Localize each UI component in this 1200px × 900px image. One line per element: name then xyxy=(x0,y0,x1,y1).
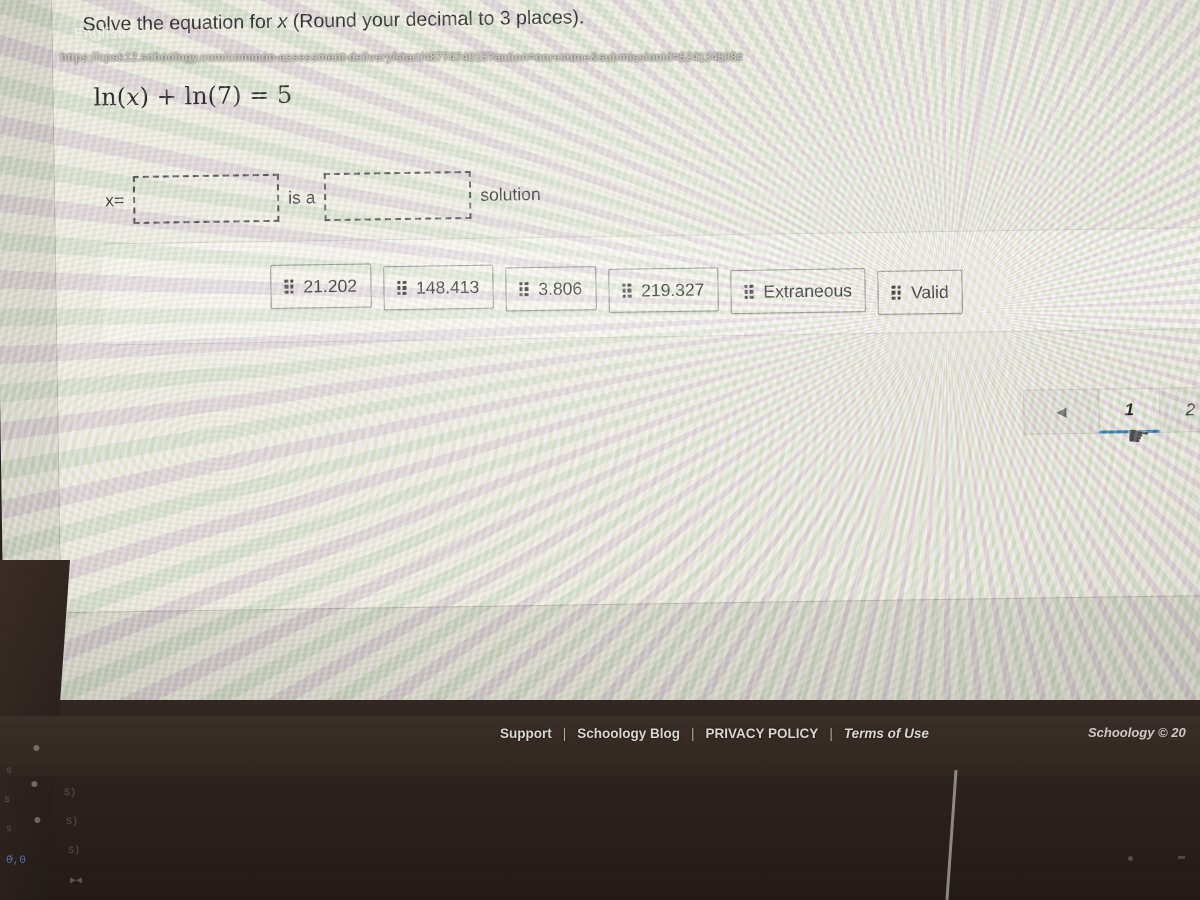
choice-chip-label: 219.327 xyxy=(640,279,705,300)
monitor-screen: POSSIBLE POINTS: 5 Solve the equation fo… xyxy=(0,0,1200,783)
mouse-cursor-icon: ☛ xyxy=(1125,420,1152,453)
reflection-glyph: S) xyxy=(66,817,79,828)
choice-chip[interactable]: 148.413 xyxy=(382,264,494,311)
pagination-control: ◀ 1 2 Next xyxy=(1023,386,1200,435)
choice-chip-label: 21.202 xyxy=(303,275,358,296)
drop-zone-value[interactable] xyxy=(132,173,280,224)
page-button-2[interactable]: 2 xyxy=(1159,386,1200,433)
answer-sentence: x= is a solution xyxy=(105,170,541,224)
footer-link[interactable]: Terms of Use xyxy=(844,726,929,741)
drag-handle-icon[interactable] xyxy=(744,284,754,300)
reflection-glyph: S) xyxy=(68,846,81,857)
reflection-dash xyxy=(1178,856,1185,859)
microphone-icon: ● xyxy=(33,811,42,827)
choice-chip-list: 21.202 148.413 3.806 219.327 Extraneous Valid xyxy=(270,255,975,324)
footer-separator: | xyxy=(691,726,695,741)
question-prompt-part-b: (Round your decimal to 3 places). xyxy=(287,6,585,33)
page-footer: Support | Schoology Blog | PRIVACY POLICY | Te… xyxy=(0,716,1200,776)
screen-reflection-artifacts: ● ● ● s s s s S) S) S) ▶◀ xyxy=(0,720,105,900)
answer-middle-label: is a xyxy=(287,186,316,208)
question-prompt-variable: x xyxy=(277,10,288,33)
drag-handle-icon[interactable] xyxy=(396,280,407,296)
assessment-card: POSSIBLE POINTS: 5 Solve the equation fo… xyxy=(51,0,1200,613)
equation-display: ln(x) + ln(7) = 5 xyxy=(93,81,292,112)
language-label: English xyxy=(74,26,127,42)
footer-link[interactable]: PRIVACY POLICY xyxy=(706,726,819,741)
footer-separator: | xyxy=(829,726,833,741)
reflection-blue-glyph: 0,0 xyxy=(6,855,26,867)
footer-separator: | xyxy=(562,726,567,741)
choice-chip[interactable]: 219.327 xyxy=(607,267,719,313)
microphone-icon: ● xyxy=(32,739,41,755)
choice-chip-label: 3.806 xyxy=(538,277,583,299)
microphone-icon: ● xyxy=(30,775,39,791)
equation-remainder: ) + ln(7) = 5 xyxy=(139,80,293,111)
footer-link-list: Support | Schoology Blog | PRIVACY POLICY | Te… xyxy=(500,726,929,741)
reflection-dot xyxy=(1128,856,1133,861)
footer-link[interactable]: Support xyxy=(500,726,552,741)
drag-handle-icon[interactable] xyxy=(519,281,529,297)
choice-chip[interactable]: Extraneous xyxy=(730,268,867,315)
page-button-1-label: 1 xyxy=(1124,399,1135,419)
status-bar-url: https://cpsk12.schoology.com/common-asse… xyxy=(60,52,744,64)
choice-chip-label: 148.413 xyxy=(415,276,480,298)
reflection-glyph: S) xyxy=(64,788,77,799)
drop-zone-validity[interactable] xyxy=(323,170,472,222)
equation-ln-open: ln( xyxy=(93,83,127,112)
equation-variable: x xyxy=(125,82,140,112)
drag-handle-icon[interactable] xyxy=(284,279,294,294)
drag-handle-icon[interactable] xyxy=(622,283,632,298)
answer-suffix-label: solution xyxy=(480,183,541,205)
choice-chip[interactable]: 3.806 xyxy=(504,266,597,312)
reflection-glyph: s xyxy=(4,795,11,806)
reflection-glyph: s xyxy=(6,766,13,777)
choice-chip-label: Extraneous xyxy=(763,279,853,302)
choice-chip[interactable]: 21.202 xyxy=(270,263,372,309)
footer-link[interactable]: Schoology Blog xyxy=(577,726,680,741)
photographed-monitor-scene: POSSIBLE POINTS: 5 Solve the equation fo… xyxy=(0,0,1200,900)
answer-prefix-label: x= xyxy=(104,189,125,210)
choice-chip-label: Valid xyxy=(910,281,949,302)
reflection-glyph: s xyxy=(6,824,13,835)
prev-page-button[interactable]: ◀ xyxy=(1023,388,1099,435)
choice-chip[interactable]: Valid xyxy=(877,269,963,315)
footer-copyright: Schoology © 20 xyxy=(1088,725,1186,740)
drag-handle-icon[interactable] xyxy=(891,285,902,300)
page-button-2-label: 2 xyxy=(1185,399,1196,419)
reflection-glyph: ▶◀ xyxy=(70,876,83,887)
